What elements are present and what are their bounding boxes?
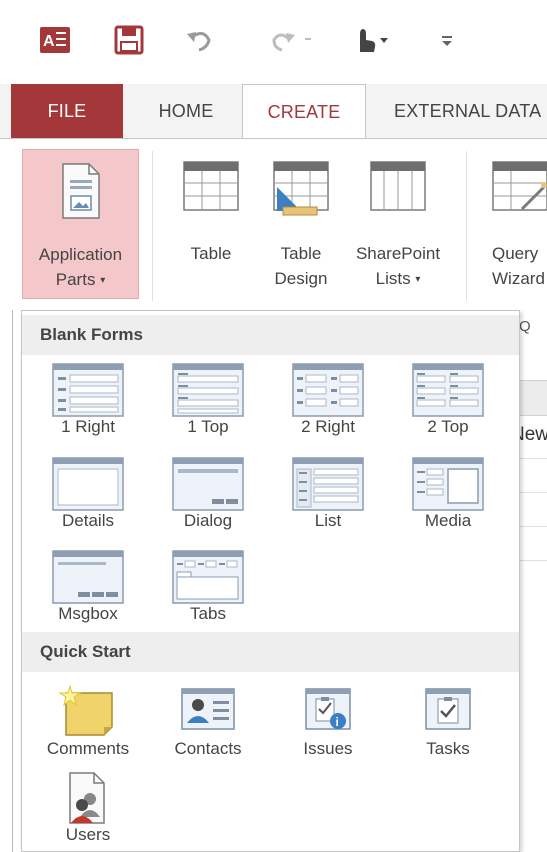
gallery-item-label: List	[314, 511, 342, 530]
gallery-item-1-right[interactable]: 1 Right	[32, 357, 144, 445]
form-dialog-icon	[172, 457, 244, 516]
gallery-item-details[interactable]: Details	[32, 451, 144, 539]
ribbon: Application Parts ▾ Table Table Design S…	[0, 138, 547, 310]
gallery-item-label: Tasks	[426, 739, 470, 758]
svg-text:i: i	[336, 715, 339, 729]
table-icon	[183, 161, 239, 216]
gallery-item-label: 2 Top	[427, 417, 469, 436]
blank-forms-header: Blank Forms	[22, 315, 519, 355]
background-tab: Q	[519, 318, 531, 335]
gallery-item-2-top[interactable]: 2 Top	[392, 357, 504, 445]
gallery-item-label: 1 Right	[61, 417, 115, 436]
form-media-icon	[412, 457, 484, 516]
gallery-item-2-right[interactable]: 2 Right	[272, 357, 384, 445]
table-label: Table	[190, 244, 232, 263]
tab-create[interactable]: CREATE	[242, 84, 366, 139]
application-parts-icon	[61, 162, 101, 225]
save-icon[interactable]	[114, 24, 144, 56]
gallery-item-label: 2 Right	[301, 417, 355, 436]
gallery-item-label: Dialog	[183, 511, 233, 530]
sharepoint-lists-label: SharePoint Lists ▾	[355, 244, 441, 288]
comments-icon	[56, 684, 120, 744]
gallery-item-comments[interactable]: Comments	[32, 679, 144, 767]
tab-home[interactable]: HOME	[136, 84, 236, 138]
window-left-border	[12, 310, 13, 852]
gallery-item-label: Msgbox	[58, 604, 118, 623]
table-design-label: Table Design	[274, 244, 328, 288]
query-wizard-icon	[492, 161, 547, 222]
gallery-item-label: Tabs	[190, 604, 226, 623]
form-tabs-icon	[172, 550, 244, 609]
form-details-icon	[52, 457, 124, 516]
form-1-top-icon	[172, 363, 244, 422]
undo-icon[interactable]	[185, 24, 213, 56]
form-2-top-icon	[412, 363, 484, 422]
gallery-item-contacts[interactable]: Contacts	[152, 679, 264, 767]
sharepoint-lists-button[interactable]: SharePoint Lists ▾	[342, 149, 454, 299]
gallery-item-tasks[interactable]: Tasks	[392, 679, 504, 767]
query-wizard-button[interactable]: Query Wizard	[478, 149, 547, 299]
gallery-item-list[interactable]: List	[272, 451, 384, 539]
quick-start-header: Quick Start	[22, 632, 519, 672]
redo-icon[interactable]	[268, 24, 314, 56]
table-button[interactable]: Table	[162, 149, 260, 299]
form-list-icon	[292, 457, 364, 516]
access-logo-icon: A	[40, 24, 70, 56]
table-design-icon	[273, 161, 329, 222]
application-parts-label: Application Parts ▾	[38, 245, 123, 289]
gallery-item-media[interactable]: Media	[392, 451, 504, 539]
gallery-item-dialog[interactable]: Dialog	[152, 451, 264, 539]
sharepoint-lists-icon	[370, 161, 426, 216]
gallery-item-label: Details	[62, 511, 114, 530]
gallery-item-issues[interactable]: i Issues	[272, 679, 384, 767]
gallery-item-label: Media	[424, 511, 472, 530]
svg-text:A: A	[43, 33, 55, 50]
gallery-item-label: Issues	[303, 739, 353, 758]
customize-icon[interactable]	[440, 24, 454, 56]
gallery-item-users[interactable]: Users	[32, 765, 144, 852]
form-1-right-icon	[52, 363, 124, 422]
application-parts-gallery: Blank Forms 1 Right 1 Top 2 Right 2 Top …	[21, 310, 520, 852]
users-icon	[66, 771, 110, 832]
gallery-item-1-top[interactable]: 1 Top	[152, 357, 264, 445]
tab-file[interactable]: FILE	[11, 84, 123, 138]
contacts-icon	[180, 685, 236, 738]
form-2-right-icon	[292, 363, 364, 422]
quick-access-toolbar: A	[0, 0, 547, 84]
gallery-item-label: Comments	[46, 739, 130, 758]
ribbon-tabs: FILE HOME CREATE EXTERNAL DATA	[0, 84, 547, 139]
application-parts-button[interactable]: Application Parts ▾	[22, 149, 139, 299]
gallery-item-label: 1 Top	[187, 417, 229, 436]
table-design-button[interactable]: Table Design	[260, 149, 342, 299]
gallery-item-tabs[interactable]: Tabs	[152, 544, 264, 632]
issues-icon: i	[300, 685, 356, 744]
background-header	[519, 380, 547, 416]
form-msgbox-icon	[52, 550, 124, 609]
gallery-item-label: Contacts	[174, 739, 242, 758]
query-wizard-label: Query Wizard	[492, 244, 545, 288]
gallery-item-label: Users	[65, 825, 111, 844]
gallery-item-msgbox[interactable]: Msgbox	[32, 544, 144, 632]
tab-external-data[interactable]: EXTERNAL DATA	[374, 84, 547, 138]
tasks-icon	[420, 685, 476, 744]
touch-mode-icon[interactable]	[350, 24, 394, 56]
